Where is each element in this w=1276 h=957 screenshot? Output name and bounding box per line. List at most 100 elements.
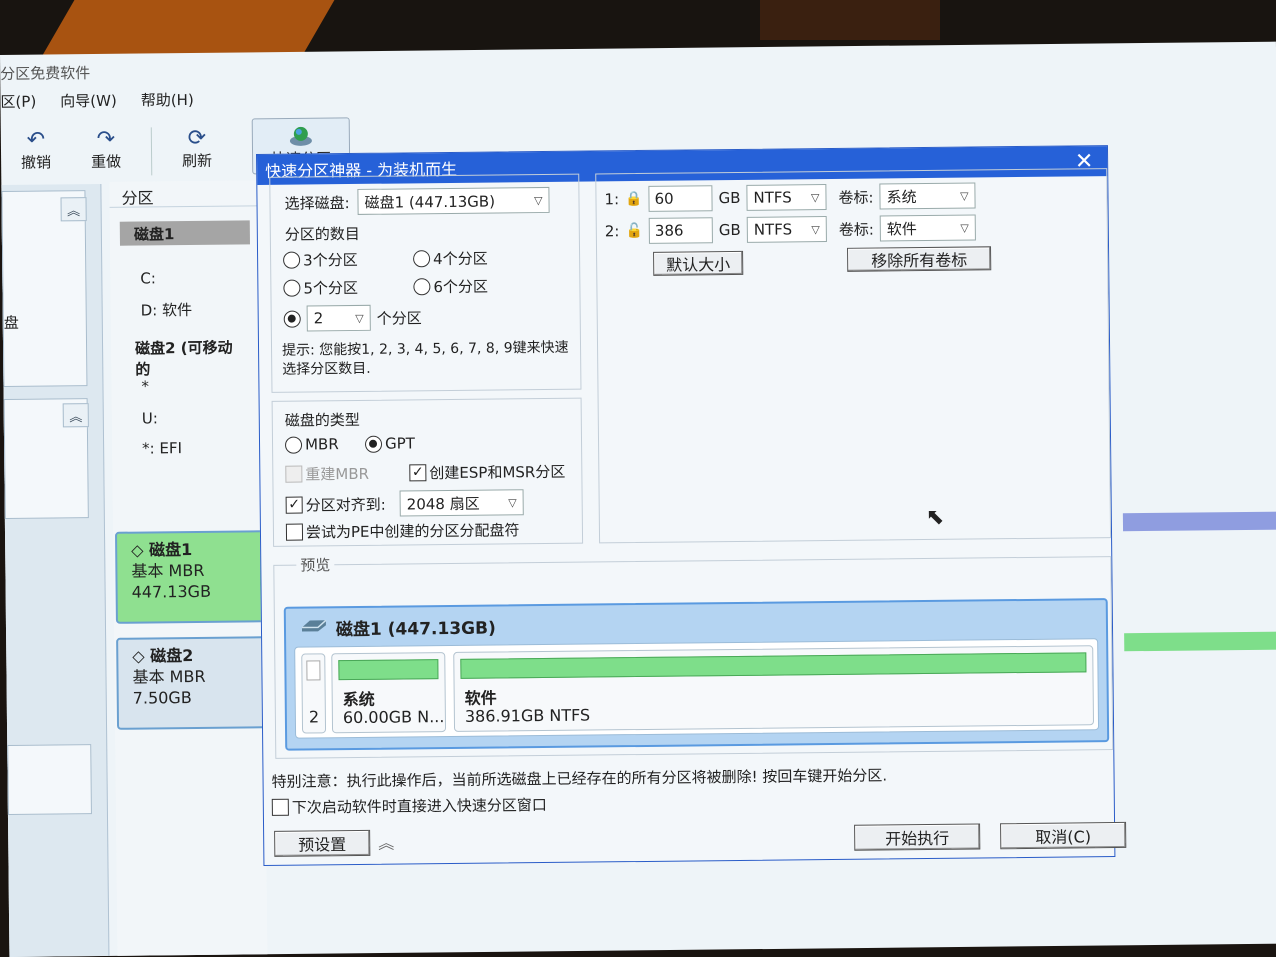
chevron-down-icon: ▽: [534, 194, 543, 207]
chevron-down-icon: ▽: [508, 496, 517, 509]
disk-card-name: ◇ 磁盘1: [131, 538, 249, 560]
rebuild-mbr-checkbox[interactable]: 重建MBR: [285, 463, 369, 485]
disk-card-2[interactable]: ◇ 磁盘2 基本 MBR 7.50GB: [116, 636, 267, 730]
partition-settings-group: 1: 🔒 60 GB NTFS ▽ 卷标: 系统 ▽ 2: 🔓 386 GB N…: [595, 168, 1111, 543]
partition-row-c[interactable]: C:: [110, 244, 260, 290]
partition-row-2: 2: 🔓 386 GB NTFS ▽ 卷标: 软件 ▽: [605, 214, 976, 244]
select-disk-row: 选择磁盘: 磁盘1 (447.13GB) ▽: [284, 187, 549, 216]
quick-partition-dialog: 快速分区神器 - 为装机而生 ✕ 选择磁盘: 磁盘1 (447.13GB) ▽ …: [256, 145, 1115, 866]
preview-partition-software[interactable]: 软件 386.91GB NTFS: [453, 645, 1094, 732]
radio-3-partitions[interactable]: 3个分区: [283, 249, 358, 271]
start-button[interactable]: 开始执行: [854, 823, 980, 850]
radio-5-partitions[interactable]: 5个分区: [283, 277, 358, 299]
partition-row-d[interactable]: D: 软件: [110, 288, 260, 320]
checkbox-box: [272, 799, 289, 816]
checkbox-box: [285, 466, 302, 483]
disk-card-type: 基本 MBR: [132, 665, 250, 687]
volume-label-select[interactable]: 软件 ▽: [880, 214, 976, 241]
refresh-label: 刷新: [182, 150, 212, 171]
radio-custom-count[interactable]: [284, 310, 301, 327]
custom-count-row: 2 ▽ 个分区: [284, 304, 422, 331]
preview-part-detail: 60.00GB N...: [343, 707, 445, 727]
partition-index: 2:: [605, 222, 620, 240]
preview-label: 预览: [296, 554, 334, 575]
align-checkbox[interactable]: ✓分区对齐到:: [286, 493, 386, 515]
preset-button[interactable]: 预设置: [274, 830, 370, 857]
filesystem-select[interactable]: NTFS ▽: [746, 184, 826, 211]
disk-card-size: 447.13GB: [132, 580, 250, 602]
menu-help[interactable]: 帮助(H): [141, 89, 194, 111]
partition-row-u[interactable]: U:: [112, 398, 262, 430]
redo-button[interactable]: ↷ 重做: [71, 120, 142, 177]
default-size-button[interactable]: 默认大小: [653, 251, 743, 276]
volume-label-text: 卷标:: [838, 186, 873, 207]
partition-disk1-row[interactable]: 磁盘1: [120, 220, 250, 245]
preview-esp-partition[interactable]: 2: [301, 653, 326, 733]
left-panel-box-3: [7, 744, 92, 815]
select-disk-label: 选择磁盘:: [284, 192, 349, 214]
custom-count-select[interactable]: 2 ▽: [307, 305, 371, 332]
chevron-down-icon: ▽: [811, 223, 820, 236]
preview-bar: [460, 652, 1086, 679]
next-boot-checkbox[interactable]: 下次启动软件时直接进入快速分区窗口: [272, 794, 547, 818]
preview-partition-strip: 2 系统 60.00GB N... 软件 386.91GB NTFS: [294, 638, 1099, 738]
refresh-icon: ⟳: [184, 126, 210, 150]
left-panel: ︽ 盘 ︽: [1, 184, 109, 957]
disk-icon: ◇: [132, 647, 145, 666]
left-panel-box-1: ︽ 盘: [1, 190, 87, 387]
filesystem-select[interactable]: NTFS ▽: [747, 216, 827, 243]
count-label: 分区的数目: [285, 223, 360, 245]
partition-size-input[interactable]: 60: [648, 185, 712, 212]
background-shadow: [760, 0, 940, 40]
preview-part-name: 软件: [465, 685, 497, 709]
undo-button[interactable]: ↶ 撤销: [1, 120, 72, 177]
disk-card-size: 7.50GB: [133, 686, 251, 708]
preview-part-detail: 386.91GB NTFS: [465, 706, 590, 726]
radio-4-partitions[interactable]: 4个分区: [413, 248, 488, 270]
collapse-up-icon[interactable]: ︽: [60, 197, 86, 221]
chevron-down-icon: ▽: [960, 221, 969, 234]
disk-type-group: 磁盘的类型 MBR GPT 重建MBR ✓创建ESP和MSR分区 ✓分区对齐到:…: [272, 398, 584, 547]
partition-row-star[interactable]: *: [111, 362, 261, 400]
left-panel-box-2: ︽: [4, 398, 89, 519]
collapse-up-icon[interactable]: ︽: [378, 830, 394, 854]
disk-select[interactable]: 磁盘1 (447.13GB) ▽: [357, 187, 549, 215]
unlock-icon[interactable]: 🔓: [625, 223, 643, 239]
lock-icon[interactable]: 🔒: [625, 191, 643, 207]
refresh-button[interactable]: ⟳ 刷新: [162, 119, 233, 176]
preview-partition-system[interactable]: 系统 60.00GB N...: [331, 652, 446, 733]
volume-label-select[interactable]: 系统 ▽: [879, 182, 975, 209]
create-esp-checkbox[interactable]: ✓创建ESP和MSR分区: [409, 461, 565, 484]
radio-mbr[interactable]: MBR: [285, 435, 339, 454]
partition-size-input[interactable]: 386: [649, 217, 713, 244]
menu-wizard[interactable]: 向导(W): [60, 90, 117, 112]
partition-row-efi[interactable]: *: EFI: [112, 428, 262, 460]
disk-drive-icon: [300, 617, 328, 638]
chevron-down-icon: ▽: [811, 191, 820, 204]
preview-disk: 磁盘1 (447.13GB) 2 系统 60.00GB N... 软件 386.…: [284, 598, 1109, 751]
redo-label: 重做: [91, 151, 121, 172]
mouse-cursor-icon: ⬉: [926, 505, 945, 530]
cancel-button[interactable]: 取消(C): [1000, 822, 1126, 849]
checkmark-icon: ✓: [409, 464, 426, 481]
menu-partition[interactable]: 区(P): [0, 91, 36, 112]
preview-disk-title: 磁盘1 (447.13GB): [336, 613, 496, 640]
radio-circle: [285, 436, 302, 453]
partition-disk2-row[interactable]: 磁盘2 (可移动的: [111, 318, 261, 364]
disk-card-1[interactable]: ◇ 磁盘1 基本 MBR 447.13GB: [115, 530, 266, 624]
remove-all-labels-button[interactable]: 移除所有卷标: [847, 246, 991, 272]
radio-6-partitions[interactable]: 6个分区: [413, 276, 488, 298]
disk-globe-icon: [288, 124, 314, 148]
collapse-up-icon[interactable]: ︽: [63, 403, 89, 427]
disk-card-name: ◇ 磁盘2: [132, 644, 250, 666]
chevron-down-icon: ▽: [960, 189, 969, 202]
radio-gpt[interactable]: GPT: [365, 434, 415, 453]
toolbar-separator: [151, 127, 153, 175]
pe-letter-checkbox[interactable]: 尝试为PE中创建的分区分配盘符: [286, 519, 520, 542]
radio-circle: [283, 252, 300, 269]
disk-bar-right: [1123, 512, 1276, 532]
disk-card-type: 基本 MBR: [131, 559, 249, 581]
align-select[interactable]: 2048 扇区 ▽: [400, 489, 524, 516]
radio-circle: [284, 310, 301, 327]
left-panel-label: 盘: [4, 312, 19, 333]
